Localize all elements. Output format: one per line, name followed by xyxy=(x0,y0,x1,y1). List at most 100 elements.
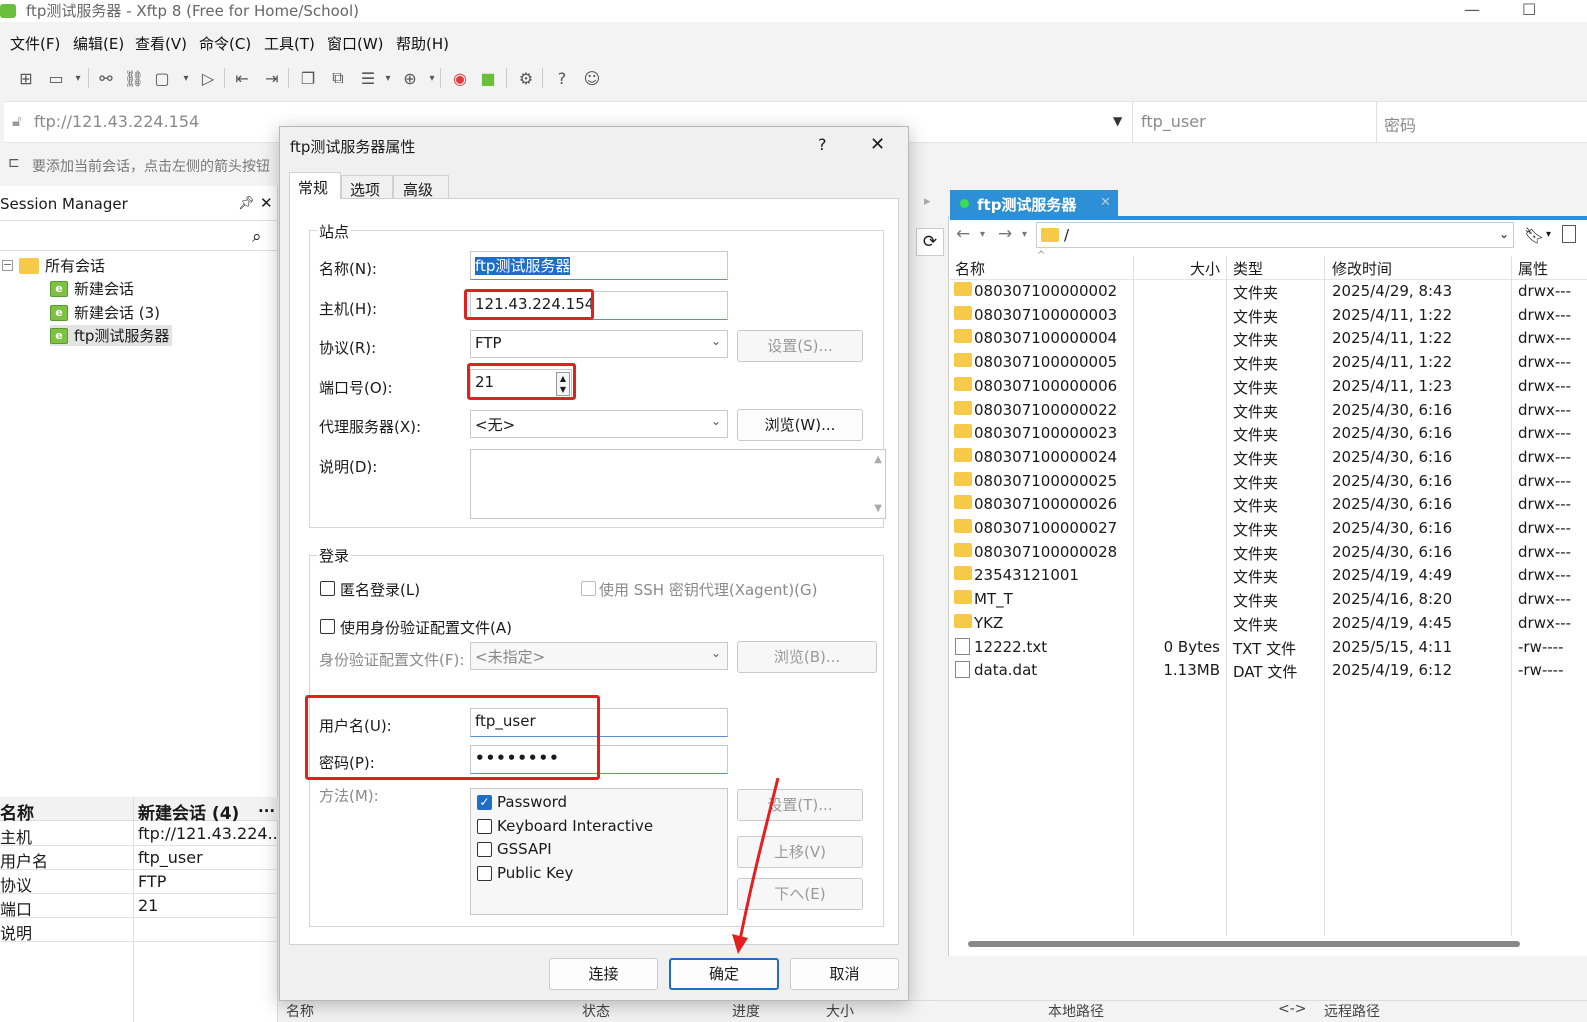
transfer-col[interactable]: 本地路径 xyxy=(1048,1001,1104,1021)
method-gssapi-checkbox[interactable] xyxy=(477,842,492,857)
name-field[interactable]: ftp测试服务器 xyxy=(470,251,728,280)
link-icon[interactable]: ⛓ xyxy=(122,66,146,90)
method-password-checkbox[interactable]: ✓ xyxy=(477,795,492,810)
auth-profile-checkbox[interactable] xyxy=(320,619,335,634)
menu-view[interactable]: 查看(V) xyxy=(135,33,187,54)
transfer-col[interactable]: <-> xyxy=(1278,1001,1307,1017)
dropdown-arrow-icon[interactable]: ▾ xyxy=(376,66,400,90)
dialog-close-button[interactable]: ✕ xyxy=(870,134,885,155)
auth-profile-browse-button[interactable]: 浏览(B)... xyxy=(737,641,877,673)
col-mtime[interactable]: 修改时间 xyxy=(1332,258,1392,279)
file-row[interactable]: 080307100000026 文件夹 2025/4/30, 6:16 drwx--- xyxy=(950,494,1587,517)
gear-icon[interactable]: ⚙ xyxy=(514,66,538,90)
tab-scroll-icon[interactable]: ▸ xyxy=(924,194,931,209)
auth-profile-select[interactable]: <未指定> ⌄ xyxy=(470,642,728,670)
minimize-button[interactable]: — xyxy=(1464,0,1480,19)
file-row[interactable]: 080307100000028 文件夹 2025/4/30, 6:16 drwx--- xyxy=(950,542,1587,565)
xshell-icon[interactable]: ◉ xyxy=(448,66,472,90)
dropdown-arrow-icon[interactable]: ▾ xyxy=(1022,229,1027,240)
menu-file[interactable]: 文件(F) xyxy=(10,33,60,54)
tab-close-icon[interactable]: ✕ xyxy=(1100,195,1111,210)
file-row[interactable]: 080307100000005 文件夹 2025/4/11, 1:22 drwx--- xyxy=(950,352,1587,375)
tree-item-all-sessions[interactable]: − 所有会话 xyxy=(2,255,105,276)
bookmark-icon[interactable]: 🔖︎ xyxy=(1524,226,1544,245)
file-row[interactable]: MT_T 文件夹 2025/4/16, 8:20 drwx--- xyxy=(950,589,1587,612)
transfer-col[interactable]: 大小 xyxy=(826,1001,854,1021)
pin-icon[interactable]: 📌︎ xyxy=(238,196,255,211)
copy-icon[interactable]: ❐ xyxy=(296,66,320,90)
open-folder-icon[interactable]: ▭ xyxy=(44,66,68,90)
disconnect-icon[interactable]: ⚯ xyxy=(94,66,118,90)
tab-options[interactable]: 选项 xyxy=(341,175,393,199)
ssh-agent-checkbox[interactable] xyxy=(581,581,596,596)
scroll-up-icon[interactable]: ▲ xyxy=(874,454,882,465)
play-icon[interactable]: ▷ xyxy=(196,66,220,90)
file-row[interactable]: 080307100000027 文件夹 2025/4/30, 6:16 drwx--- xyxy=(950,518,1587,541)
close-icon[interactable]: ✕ xyxy=(260,194,273,212)
new-window-icon[interactable]: ▢ xyxy=(150,66,174,90)
col-type[interactable]: 类型 xyxy=(1233,258,1263,279)
tree-item-session[interactable]: e 新建会话 xyxy=(50,278,134,299)
file-row[interactable]: 080307100000006 文件夹 2025/4/11, 1:23 drwx--- xyxy=(950,376,1587,399)
proxy-browse-button[interactable]: 浏览(W)... xyxy=(737,409,863,441)
file-row[interactable]: 080307100000002 文件夹 2025/4/29, 8:43 drwx--- xyxy=(950,281,1587,304)
remote-path-input[interactable]: / ⌄ xyxy=(1036,222,1514,248)
address-input[interactable]: ftp://121.43.224.154 xyxy=(34,112,199,131)
method-keyboard-checkbox[interactable] xyxy=(477,819,492,834)
tree-item-session-selected[interactable]: e ftp测试服务器 xyxy=(50,325,173,346)
new-session-icon[interactable]: ⊞ xyxy=(14,66,38,90)
globe-icon[interactable]: ⊕ xyxy=(398,66,422,90)
panel-icon[interactable] xyxy=(1562,225,1576,243)
description-field[interactable]: ▲ ▼ xyxy=(470,449,886,519)
menu-tools[interactable]: 工具(T) xyxy=(264,33,315,54)
file-row[interactable]: 080307100000024 文件夹 2025/4/30, 6:16 drwx--- xyxy=(950,447,1587,470)
search-icon[interactable]: ⌕ xyxy=(252,227,262,247)
connect-button[interactable]: 连接 xyxy=(549,958,658,990)
dropdown-arrow-icon[interactable]: ▾ xyxy=(1546,229,1551,240)
col-size[interactable]: 大小 xyxy=(1190,258,1220,279)
paste-icon[interactable]: ⧉ xyxy=(326,66,350,90)
menu-help[interactable]: 帮助(H) xyxy=(396,33,449,54)
cancel-button[interactable]: 取消 xyxy=(790,958,899,990)
menu-edit[interactable]: 编辑(E) xyxy=(73,33,124,54)
refresh-icon[interactable]: ⟳ xyxy=(916,228,944,256)
proxy-select[interactable]: <无> ⌄ xyxy=(470,410,728,438)
transfer-col[interactable]: 状态 xyxy=(582,1001,610,1021)
protocol-settings-button[interactable]: 设置(S)... xyxy=(737,330,863,362)
password-input[interactable]: 密码 xyxy=(1384,112,1416,136)
address-dropdown-icon[interactable]: ▼ xyxy=(1113,114,1122,128)
help-button[interactable]: ? xyxy=(818,135,827,154)
menu-command[interactable]: 命令(C) xyxy=(199,33,251,54)
ok-button[interactable]: 确定 xyxy=(669,958,779,990)
file-row[interactable]: 080307100000003 文件夹 2025/4/11, 1:22 drwx--- xyxy=(950,305,1587,328)
back-icon[interactable]: ← xyxy=(956,224,970,244)
file-row[interactable]: data.dat 1.13MB DAT 文件 2025/4/19, 6:12 -rw--… xyxy=(950,660,1587,683)
user-input[interactable]: ftp_user xyxy=(1141,112,1206,131)
method-publickey-checkbox[interactable] xyxy=(477,866,492,881)
transfer-left-icon[interactable]: ⇤ xyxy=(230,66,254,90)
tab-advanced[interactable]: 高级 xyxy=(393,175,449,199)
collapse-icon[interactable]: − xyxy=(2,259,13,271)
transfer-col[interactable]: 名称 xyxy=(286,1001,314,1021)
dropdown-arrow-icon[interactable]: ▾ xyxy=(66,66,90,90)
transfer-col[interactable]: 进度 xyxy=(732,1001,760,1021)
dropdown-arrow-icon[interactable]: ▾ xyxy=(980,229,985,240)
help-icon[interactable]: ? xyxy=(550,66,574,90)
file-row[interactable]: 23543121001 文件夹 2025/4/19, 4:49 drwx--- xyxy=(950,565,1587,588)
protocol-select[interactable]: FTP ⌄ xyxy=(470,330,728,358)
maximize-button[interactable]: ☐ xyxy=(1522,0,1536,19)
xftp-icon[interactable]: ■ xyxy=(476,66,500,90)
chevron-down-icon[interactable]: ⌄ xyxy=(1499,227,1509,241)
horizontal-scrollbar[interactable] xyxy=(968,941,1520,947)
tree-item-session[interactable]: e 新建会话 (3) xyxy=(50,302,160,323)
more-button[interactable]: ... xyxy=(258,798,275,816)
col-name[interactable]: 名称 xyxy=(955,258,985,279)
dropdown-arrow-icon[interactable]: ▾ xyxy=(174,66,198,90)
file-row[interactable]: 12222.txt 0 Bytes TXT 文件 2025/5/15, 4:11 -rw… xyxy=(950,637,1587,660)
file-row[interactable]: YKZ 文件夹 2025/4/19, 4:45 drwx--- xyxy=(950,613,1587,636)
file-row[interactable]: 080307100000023 文件夹 2025/4/30, 6:16 drwx--- xyxy=(950,423,1587,446)
file-row[interactable]: 080307100000004 文件夹 2025/4/11, 1:22 drwx--- xyxy=(950,328,1587,351)
tab-ftp-server[interactable]: ftp测试服务器 ✕ xyxy=(950,190,1118,218)
transfer-col[interactable]: 远程路径 xyxy=(1324,1001,1380,1021)
tab-general[interactable]: 常规 xyxy=(289,172,341,199)
